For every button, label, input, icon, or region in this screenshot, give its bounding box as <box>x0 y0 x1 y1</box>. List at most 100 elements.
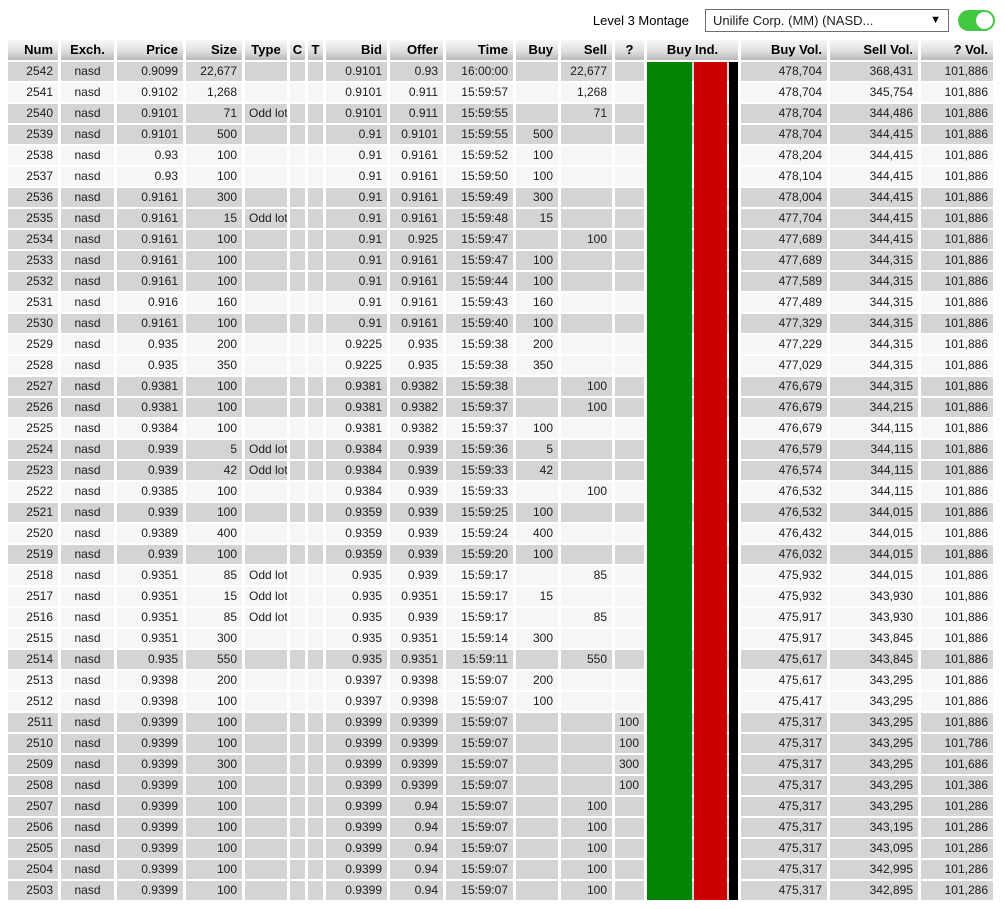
table-row[interactable]: 2507 nasd 0.9399 100 0.9399 0.94 15:59:07 100 47… <box>8 797 1005 816</box>
table-row[interactable]: 2516 nasd 0.9351 85 Odd lot 0.935 0.939 15:59:1… <box>8 608 1005 627</box>
cell-q_vol: 101,886 <box>921 629 993 648</box>
cell-size: 5 <box>186 440 242 459</box>
table-row[interactable]: 2528 nasd 0.935 350 0.9225 0.935 15:59:38 350 47… <box>8 356 1005 375</box>
table-row[interactable]: 2519 nasd 0.939 100 0.9359 0.939 15:59:20 100 47… <box>8 545 1005 564</box>
cell-exch: nasd <box>61 545 114 564</box>
table-row[interactable]: 2504 nasd 0.9399 100 0.9399 0.94 15:59:07 100 47… <box>8 860 1005 879</box>
cell-sell: 100 <box>561 482 612 501</box>
table-row[interactable]: 2514 nasd 0.935 550 0.935 0.9351 15:59:11 550 47… <box>8 650 1005 669</box>
cell-c <box>290 188 305 207</box>
cell-price: 0.9351 <box>117 629 183 648</box>
cell-exch: nasd <box>61 776 114 795</box>
table-row[interactable]: 2512 nasd 0.9398 100 0.9397 0.9398 15:59:07 100… <box>8 692 1005 711</box>
cell-sell <box>561 503 612 522</box>
cell-price: 0.935 <box>117 335 183 354</box>
cell-c <box>290 104 305 123</box>
table-row[interactable]: 2524 nasd 0.939 5 Odd lot 0.9384 0.939 15:59:36… <box>8 440 1005 459</box>
cell-time: 15:59:49 <box>446 188 513 207</box>
cell-type <box>245 776 287 795</box>
cell-buy <box>516 797 558 816</box>
table-row[interactable]: 2523 nasd 0.939 42 Odd lot 0.9384 0.939 15:59:3… <box>8 461 1005 480</box>
table-row[interactable]: 2518 nasd 0.9351 85 Odd lot 0.935 0.939 15:59:1… <box>8 566 1005 585</box>
cell-offer: 0.9101 <box>390 125 443 144</box>
cell-buy_vol: 478,704 <box>741 104 827 123</box>
cell-bid: 0.91 <box>326 146 387 165</box>
cell-price: 0.9351 <box>117 566 183 585</box>
column-header-buy: Buy <box>516 40 558 60</box>
table-row[interactable]: 2503 nasd 0.9399 100 0.9399 0.94 15:59:07 100 47… <box>8 881 1005 900</box>
table-row[interactable]: 2537 nasd 0.93 100 0.91 0.9161 15:59:50 100 478,… <box>8 167 1005 186</box>
cell-type <box>245 692 287 711</box>
table-row[interactable]: 2527 nasd 0.9381 100 0.9381 0.9382 15:59:38 100… <box>8 377 1005 396</box>
cell-buy_vol: 476,532 <box>741 482 827 501</box>
cell-exch: nasd <box>61 839 114 858</box>
cell-num: 2518 <box>8 566 58 585</box>
cell-time: 15:59:17 <box>446 587 513 606</box>
cell-q <box>615 629 644 648</box>
table-row[interactable]: 2522 nasd 0.9385 100 0.9384 0.939 15:59:33 100 4… <box>8 482 1005 501</box>
cell-exch: nasd <box>61 503 114 522</box>
cell-num: 2533 <box>8 251 58 270</box>
cell-q <box>615 314 644 333</box>
cell-q_vol: 101,286 <box>921 881 993 900</box>
cell-buy_vol: 475,317 <box>741 713 827 732</box>
table-row[interactable]: 2540 nasd 0.9101 71 Odd lot 0.9101 0.911 15:59:… <box>8 104 1005 123</box>
cell-c <box>290 860 305 879</box>
table-row[interactable]: 2506 nasd 0.9399 100 0.9399 0.94 15:59:07 100 47… <box>8 818 1005 837</box>
cell-t <box>308 776 323 795</box>
table-row[interactable]: 2538 nasd 0.93 100 0.91 0.9161 15:59:52 100 478,… <box>8 146 1005 165</box>
cell-price: 0.9381 <box>117 398 183 417</box>
cell-price: 0.9102 <box>117 83 183 102</box>
cell-exch: nasd <box>61 335 114 354</box>
table-row[interactable]: 2520 nasd 0.9389 400 0.9359 0.939 15:59:24 400 4… <box>8 524 1005 543</box>
table-row[interactable]: 2542 nasd 0.9099 22,677 0.9101 0.93 16:00:00 22… <box>8 62 1005 81</box>
cell-sell: 100 <box>561 797 612 816</box>
table-row[interactable]: 2533 nasd 0.9161 100 0.91 0.9161 15:59:47 100 47… <box>8 251 1005 270</box>
table-row[interactable]: 2511 nasd 0.9399 100 0.9399 0.9399 15:59:07 100… <box>8 713 1005 732</box>
table-row[interactable]: 2510 nasd 0.9399 100 0.9399 0.9399 15:59:07 100… <box>8 734 1005 753</box>
table-row[interactable]: 2521 nasd 0.939 100 0.9359 0.939 15:59:25 100 47… <box>8 503 1005 522</box>
column-header-c: C <box>290 40 305 60</box>
cell-time: 15:59:38 <box>446 377 513 396</box>
table-row[interactable]: 2515 nasd 0.9351 300 0.935 0.9351 15:59:14 300 4… <box>8 629 1005 648</box>
table-row[interactable]: 2526 nasd 0.9381 100 0.9381 0.9382 15:59:37 100… <box>8 398 1005 417</box>
table-row[interactable]: 2534 nasd 0.9161 100 0.91 0.925 15:59:47 100 477… <box>8 230 1005 249</box>
cell-sell_vol: 343,295 <box>830 671 918 690</box>
table-row[interactable]: 2541 nasd 0.9102 1,268 0.9101 0.911 15:59:57 1,… <box>8 83 1005 102</box>
table-row[interactable]: 2509 nasd 0.9399 300 0.9399 0.9399 15:59:07 300… <box>8 755 1005 774</box>
cell-q <box>615 818 644 837</box>
table-row[interactable]: 2525 nasd 0.9384 100 0.9381 0.9382 15:59:37 100… <box>8 419 1005 438</box>
cell-t <box>308 671 323 690</box>
table-row[interactable]: 2539 nasd 0.9101 500 0.91 0.9101 15:59:55 500 47… <box>8 125 1005 144</box>
cell-num: 2515 <box>8 629 58 648</box>
cell-price: 0.9161 <box>117 314 183 333</box>
column-header-q_vol: ? Vol. <box>921 40 993 60</box>
table-row[interactable]: 2536 nasd 0.9161 300 0.91 0.9161 15:59:49 300 47… <box>8 188 1005 207</box>
cell-bid: 0.9399 <box>326 839 387 858</box>
table-row[interactable]: 2535 nasd 0.9161 15 Odd lot 0.91 0.9161 15:59:4… <box>8 209 1005 228</box>
cell-q_vol: 101,886 <box>921 608 993 627</box>
cell-t <box>308 755 323 774</box>
cell-bid: 0.9101 <box>326 104 387 123</box>
table-row[interactable]: 2530 nasd 0.9161 100 0.91 0.9161 15:59:40 100 47… <box>8 314 1005 333</box>
cell-q_vol: 101,886 <box>921 566 993 585</box>
table-row[interactable]: 2532 nasd 0.9161 100 0.91 0.9161 15:59:44 100 47… <box>8 272 1005 291</box>
cell-buy <box>516 482 558 501</box>
table-row[interactable]: 2517 nasd 0.9351 15 Odd lot 0.935 0.9351 15:59:… <box>8 587 1005 606</box>
cell-time: 15:59:24 <box>446 524 513 543</box>
cell-offer: 0.9161 <box>390 188 443 207</box>
table-row[interactable]: 2513 nasd 0.9398 200 0.9397 0.9398 15:59:07 200… <box>8 671 1005 690</box>
table-row[interactable]: 2508 nasd 0.9399 100 0.9399 0.9399 15:59:07 100… <box>8 776 1005 795</box>
cell-q_vol: 101,886 <box>921 209 993 228</box>
cell-exch: nasd <box>61 860 114 879</box>
cell-price: 0.916 <box>117 293 183 312</box>
table-row[interactable]: 2505 nasd 0.9399 100 0.9399 0.94 15:59:07 100 47… <box>8 839 1005 858</box>
cell-bid: 0.91 <box>326 293 387 312</box>
cell-bid: 0.935 <box>326 608 387 627</box>
montage-toggle[interactable] <box>958 9 995 31</box>
cell-c <box>290 503 305 522</box>
table-row[interactable]: 2529 nasd 0.935 200 0.9225 0.935 15:59:38 200 47… <box>8 335 1005 354</box>
table-row[interactable]: 2531 nasd 0.916 160 0.91 0.9161 15:59:43 160 477… <box>8 293 1005 312</box>
cell-type: Odd lot <box>245 608 287 627</box>
symbol-dropdown[interactable]: Unilife Corp. (MM) (NASD... ▼ <box>705 8 949 32</box>
